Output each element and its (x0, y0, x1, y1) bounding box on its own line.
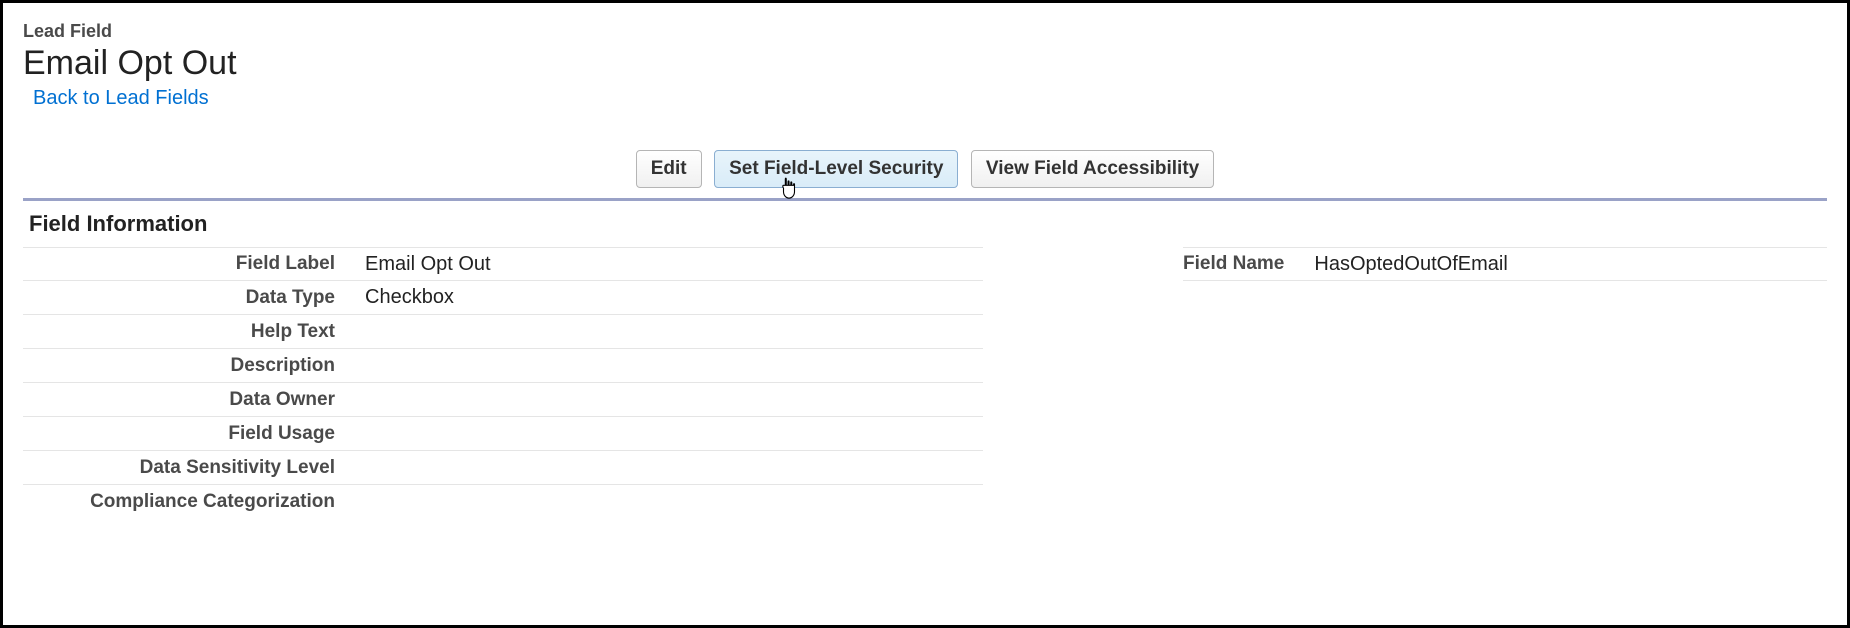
label-field-usage: Field Usage (23, 423, 363, 445)
value-data-type: Checkbox (363, 286, 454, 309)
label-data-owner: Data Owner (23, 389, 363, 411)
label-compliance: Compliance Categorization (23, 491, 363, 513)
label-data-type: Data Type (23, 287, 363, 309)
field-row-field-usage: Field Usage (23, 417, 983, 451)
field-information-heading: Field Information (23, 201, 1827, 247)
field-row-compliance: Compliance Categorization (23, 485, 983, 519)
back-to-lead-fields-link[interactable]: Back to Lead Fields (33, 87, 209, 110)
object-type-label: Lead Field (23, 21, 1827, 42)
field-row-description: Description (23, 349, 983, 383)
edit-button[interactable]: Edit (636, 150, 702, 188)
field-row-data-sensitivity: Data Sensitivity Level (23, 451, 983, 485)
field-row-help-text: Help Text (23, 315, 983, 349)
field-row-field-label: Field Label Email Opt Out (23, 247, 983, 281)
value-field-name: HasOptedOutOfEmail (1314, 253, 1507, 276)
label-field-name: Field Name (1183, 253, 1314, 275)
set-field-level-security-button[interactable]: Set Field-Level Security (714, 150, 958, 188)
field-row-data-owner: Data Owner (23, 383, 983, 417)
label-field-label: Field Label (23, 253, 363, 275)
field-information-grid: Field Label Email Opt Out Data Type Chec… (23, 247, 1827, 519)
action-button-row: Edit Set Field-Level Security View Field… (3, 128, 1847, 198)
value-field-label: Email Opt Out (363, 253, 491, 276)
view-field-accessibility-button[interactable]: View Field Accessibility (971, 150, 1214, 188)
page-title: Email Opt Out (23, 44, 1827, 83)
field-row-field-name: Field Name HasOptedOutOfEmail (1183, 247, 1827, 281)
label-data-sensitivity: Data Sensitivity Level (23, 457, 363, 479)
field-row-data-type: Data Type Checkbox (23, 281, 983, 315)
label-description: Description (23, 355, 363, 377)
label-help-text: Help Text (23, 321, 363, 343)
